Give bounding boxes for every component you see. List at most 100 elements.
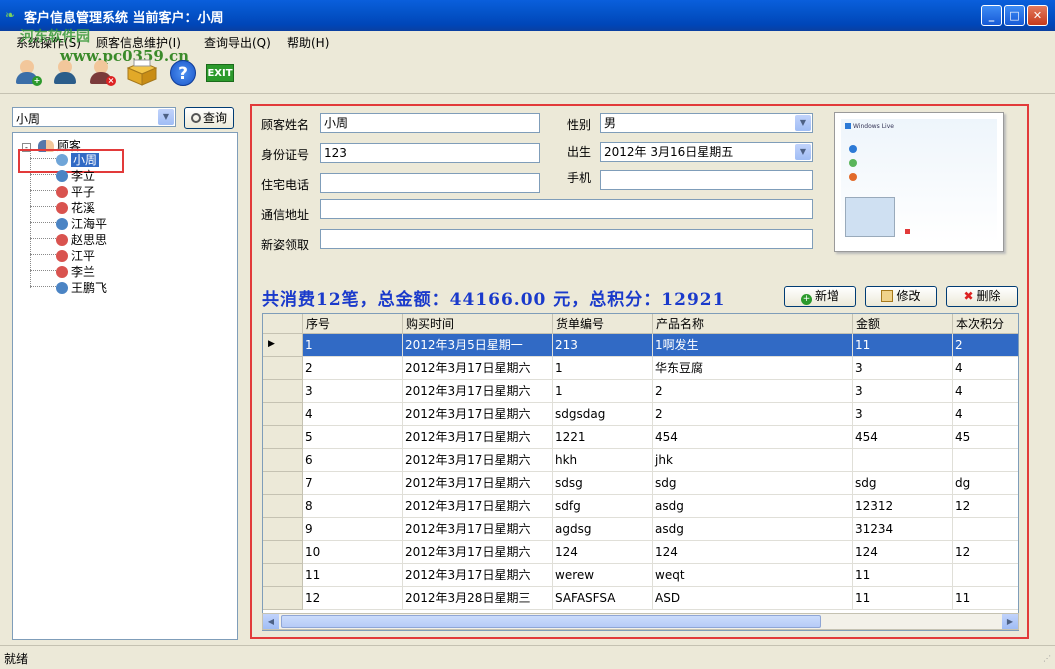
table-cell[interactable]: 11 xyxy=(853,564,953,587)
table-cell[interactable]: 454 xyxy=(653,426,853,449)
table-cell[interactable]: 2012年3月17日星期六 xyxy=(403,380,553,403)
tree-item-customer[interactable]: 江海平 xyxy=(56,215,107,232)
resize-grip-icon[interactable]: ⋰ xyxy=(1043,654,1051,663)
table-cell[interactable]: 2 xyxy=(653,403,853,426)
table-cell[interactable]: werew xyxy=(553,564,653,587)
table-cell[interactable]: 1 xyxy=(303,334,403,357)
tree-item-customer[interactable]: 李兰 xyxy=(56,263,95,280)
column-header[interactable]: 购买时间 xyxy=(403,314,553,334)
table-cell[interactable] xyxy=(953,518,1018,541)
table-cell[interactable]: 2012年3月17日星期六 xyxy=(403,564,553,587)
table-cell[interactable]: 2 xyxy=(953,334,1018,357)
table-cell[interactable]: 1 xyxy=(553,357,653,380)
column-header[interactable]: 金额 xyxy=(853,314,953,334)
chevron-down-icon[interactable]: ▼ xyxy=(158,109,174,125)
tree-item-customer[interactable]: 李立 xyxy=(56,167,95,184)
table-cell[interactable]: 2 xyxy=(653,380,853,403)
table-cell[interactable]: asdg xyxy=(653,518,853,541)
table-cell[interactable]: 2012年3月17日星期六 xyxy=(403,426,553,449)
row-header[interactable] xyxy=(263,403,303,426)
table-cell[interactable]: 454 xyxy=(853,426,953,449)
table-cell[interactable]: 213 xyxy=(553,334,653,357)
row-header[interactable] xyxy=(263,518,303,541)
horizontal-scrollbar[interactable]: ◀ ▶ xyxy=(262,613,1019,630)
table-cell[interactable]: 5 xyxy=(303,426,403,449)
table-cell[interactable]: 4 xyxy=(953,357,1018,380)
column-header[interactable]: 序号 xyxy=(303,314,403,334)
table-cell[interactable] xyxy=(953,449,1018,472)
table-cell[interactable]: asdg xyxy=(653,495,853,518)
add-customer-button[interactable]: + xyxy=(14,58,42,86)
table-cell[interactable]: 4 xyxy=(953,380,1018,403)
row-header[interactable] xyxy=(263,587,303,610)
customer-photo[interactable]: Windows Live xyxy=(834,112,1004,252)
table-cell[interactable]: 2012年3月17日星期六 xyxy=(403,541,553,564)
table-cell[interactable]: 11 xyxy=(953,587,1018,610)
tree-item-customer[interactable]: 花溪 xyxy=(56,199,95,216)
menu-help[interactable]: 帮助(H) xyxy=(287,34,329,51)
row-header[interactable]: ▶ xyxy=(263,334,303,357)
table-cell[interactable]: 2012年3月17日星期六 xyxy=(403,495,553,518)
package-icon[interactable] xyxy=(126,58,158,86)
table-cell[interactable]: 9 xyxy=(303,518,403,541)
menu-query-export[interactable]: 查询导出(Q) xyxy=(204,34,271,51)
scroll-left-icon[interactable]: ◀ xyxy=(263,614,279,629)
edit-customer-button[interactable] xyxy=(52,58,80,86)
scroll-right-icon[interactable]: ▶ xyxy=(1002,614,1018,629)
chevron-down-icon[interactable]: ▼ xyxy=(795,115,811,131)
row-header[interactable] xyxy=(263,426,303,449)
table-cell[interactable]: sdsg xyxy=(553,472,653,495)
row-header[interactable] xyxy=(263,541,303,564)
delete-record-button[interactable]: ✖ 删除 xyxy=(946,286,1018,307)
table-cell[interactable]: 45 xyxy=(953,426,1018,449)
table-cell[interactable]: sdg xyxy=(653,472,853,495)
table-cell[interactable] xyxy=(953,564,1018,587)
table-cell[interactable]: 8 xyxy=(303,495,403,518)
customer-tree[interactable] xyxy=(12,132,238,640)
table-cell[interactable]: 12 xyxy=(303,587,403,610)
row-header[interactable] xyxy=(263,380,303,403)
table-cell[interactable]: dg xyxy=(953,472,1018,495)
row-header[interactable] xyxy=(263,495,303,518)
table-cell[interactable]: agdsg xyxy=(553,518,653,541)
help-icon[interactable]: ? xyxy=(170,60,196,86)
tree-item-customer[interactable]: 王鹏飞 xyxy=(56,279,107,296)
table-cell[interactable]: 1221 xyxy=(553,426,653,449)
table-cell[interactable]: 2012年3月17日星期六 xyxy=(403,357,553,380)
column-header[interactable]: 产品名称 xyxy=(653,314,853,334)
minimize-button[interactable]: _ xyxy=(981,5,1002,26)
close-button[interactable]: ✕ xyxy=(1027,5,1048,26)
table-cell[interactable]: 2012年3月17日星期六 xyxy=(403,403,553,426)
table-cell[interactable]: 10 xyxy=(303,541,403,564)
address-field[interactable] xyxy=(320,199,813,219)
row-header[interactable] xyxy=(263,564,303,587)
table-cell[interactable]: 2012年3月17日星期六 xyxy=(403,449,553,472)
chevron-down-icon[interactable]: ▼ xyxy=(795,144,811,160)
table-cell[interactable]: 2012年3月28日星期三 xyxy=(403,587,553,610)
table-cell[interactable]: hkh xyxy=(553,449,653,472)
home-phone-field[interactable] xyxy=(320,173,540,193)
column-header[interactable]: 货单编号 xyxy=(553,314,653,334)
table-cell[interactable]: 3 xyxy=(853,380,953,403)
table-cell[interactable]: 2012年3月5日星期一 xyxy=(403,334,553,357)
tree-item-customer[interactable]: 江平 xyxy=(56,247,95,264)
table-cell[interactable]: 12 xyxy=(953,495,1018,518)
table-cell[interactable]: 2 xyxy=(303,357,403,380)
table-cell[interactable]: 3 xyxy=(853,357,953,380)
table-cell[interactable]: 1 xyxy=(553,380,653,403)
tree-item-customer[interactable]: 平子 xyxy=(56,183,95,200)
table-cell[interactable]: 11 xyxy=(853,587,953,610)
row-header[interactable] xyxy=(263,449,303,472)
table-cell[interactable]: 12312 xyxy=(853,495,953,518)
search-button[interactable]: 查询 xyxy=(184,107,234,129)
table-cell[interactable]: 124 xyxy=(853,541,953,564)
gender-select[interactable]: 男 ▼ xyxy=(600,113,813,133)
gift-field[interactable] xyxy=(320,229,813,249)
scroll-thumb[interactable] xyxy=(281,615,821,628)
add-record-button[interactable]: + 新增 xyxy=(784,286,856,307)
table-cell[interactable]: 2012年3月17日星期六 xyxy=(403,518,553,541)
table-cell[interactable]: 6 xyxy=(303,449,403,472)
table-cell[interactable]: 12 xyxy=(953,541,1018,564)
edit-record-button[interactable]: 修改 xyxy=(865,286,937,307)
purchase-grid[interactable]: 序号 购买时间 货单编号 产品名称 金额 本次积分 ▶ 1 2012年3月5日星期一… xyxy=(262,313,1019,631)
